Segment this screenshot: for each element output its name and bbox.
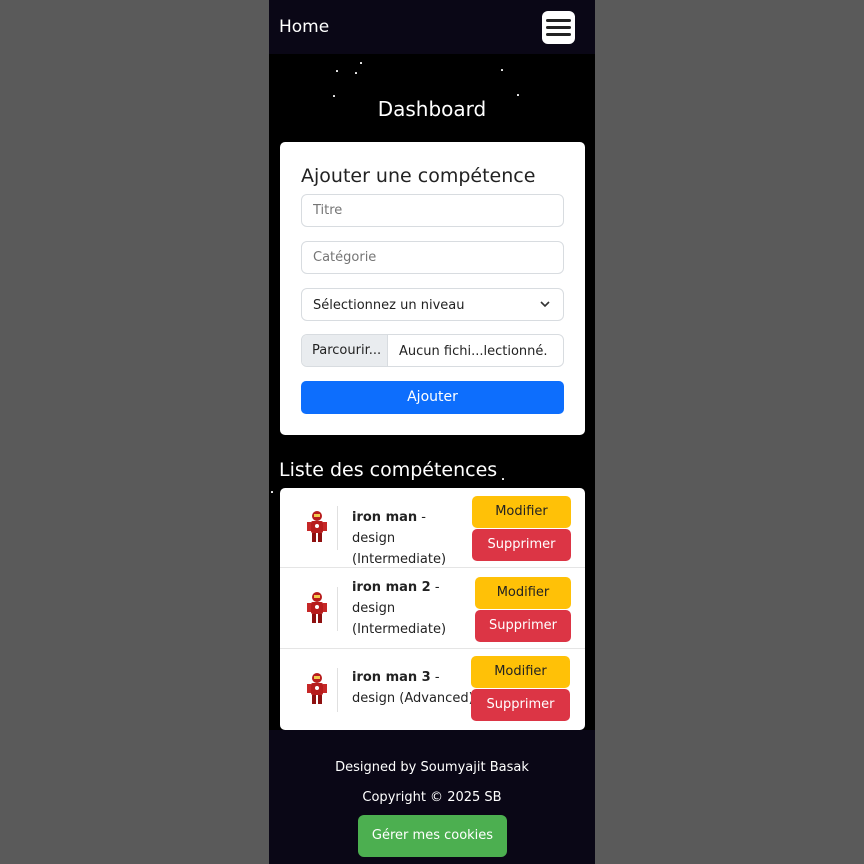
list-item: iron man - design (Intermediate) Modifie… — [280, 488, 585, 568]
item-category: design — [352, 691, 396, 706]
page-title: Dashboard — [377, 97, 487, 121]
item-separator — [337, 668, 338, 712]
level-select-value: Sélectionnez un niveau — [313, 298, 465, 313]
nav-brand-home[interactable]: Home — [279, 17, 329, 37]
delete-button[interactable]: Supprimer — [472, 529, 571, 561]
browse-button[interactable]: Parcourir... — [302, 335, 388, 366]
item-name: iron man 2 — [352, 580, 431, 595]
item-description: iron man - design (Intermediate) — [352, 510, 447, 567]
hamburger-menu-icon[interactable] — [542, 11, 575, 44]
footer-copyright: Copyright © 2025 SB — [362, 790, 502, 805]
edit-button[interactable]: Modifier — [471, 656, 570, 688]
title-input[interactable] — [301, 194, 564, 227]
navbar: Home — [269, 0, 595, 54]
item-description: iron man 2 - design (Intermediate) — [352, 580, 447, 637]
footer-designed-by: Designed by Soumyajit Basak — [335, 760, 529, 775]
item-name: iron man 3 — [352, 670, 431, 685]
level-select[interactable]: Sélectionnez un niveau — [301, 288, 564, 321]
file-name-label: Aucun fichi...lectionné. — [399, 344, 548, 359]
add-button[interactable]: Ajouter — [301, 381, 564, 414]
chevron-down-icon — [540, 301, 550, 308]
item-category: design — [352, 531, 396, 546]
list-item: iron man 2 - design (Intermediate) Modif… — [280, 569, 585, 649]
edit-button[interactable]: Modifier — [472, 496, 571, 528]
add-skill-title: Ajouter une compétence — [301, 165, 536, 187]
list-item: iron man 3 - design (Advanced) Modifier … — [280, 650, 585, 730]
item-description: iron man 3 - design (Advanced) — [352, 670, 474, 706]
manage-cookies-button[interactable]: Gérer mes cookies — [358, 815, 507, 857]
iron-man-thumbnail-icon — [307, 673, 327, 704]
item-level: Intermediate — [357, 552, 441, 567]
delete-button[interactable]: Supprimer — [475, 610, 571, 642]
item-category: design — [352, 601, 396, 616]
edit-button[interactable]: Modifier — [475, 577, 571, 609]
item-level: Intermediate — [357, 622, 441, 637]
item-separator — [337, 506, 338, 550]
item-level: Advanced — [404, 691, 469, 706]
delete-button[interactable]: Supprimer — [471, 689, 570, 721]
add-skill-card: Ajouter une compétence Sélectionnez un n… — [280, 142, 585, 435]
app-viewport: Home Dashboard Ajouter une compétence Sé… — [269, 0, 595, 864]
item-name: iron man — [352, 510, 418, 525]
item-separator — [337, 587, 338, 631]
iron-man-thumbnail-icon — [307, 511, 327, 542]
footer: Designed by Soumyajit Basak Copyright © … — [269, 730, 595, 864]
file-input[interactable]: Parcourir... Aucun fichi...lectionné. — [301, 334, 564, 367]
skills-list: iron man - design (Intermediate) Modifie… — [280, 488, 585, 730]
iron-man-thumbnail-icon — [307, 592, 327, 623]
category-input[interactable] — [301, 241, 564, 274]
skills-list-title: Liste des compétences — [279, 459, 498, 481]
